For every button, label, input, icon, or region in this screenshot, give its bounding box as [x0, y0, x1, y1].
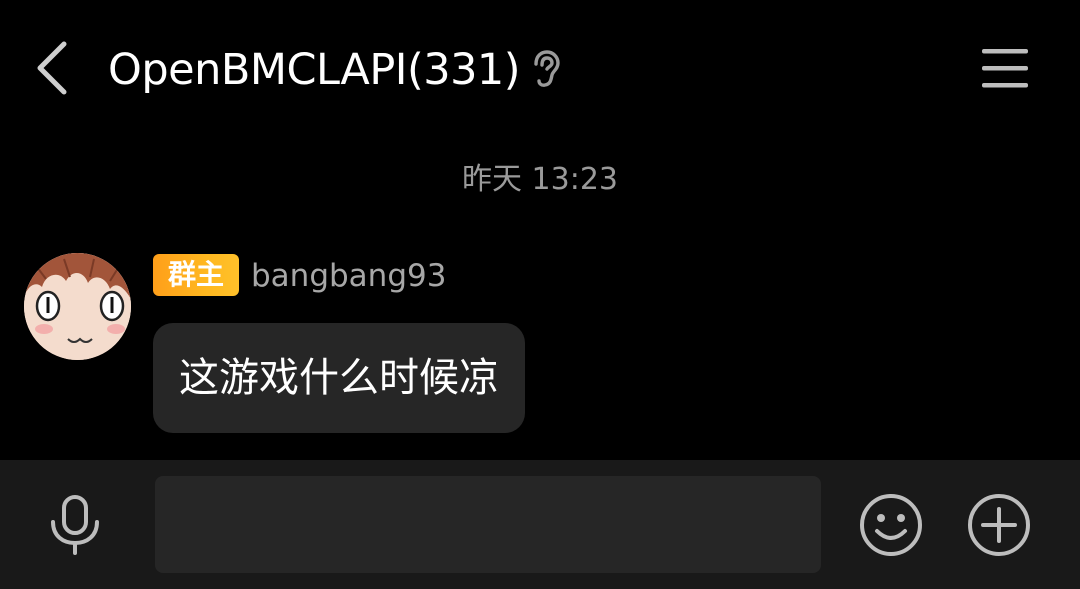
- voice-button[interactable]: [46, 494, 104, 556]
- microphone-icon: [51, 495, 99, 555]
- message-timestamp: 昨天 13:23: [462, 162, 618, 197]
- chat-screen: OpenBMCLAPI(331) 昨天 13:23 群主 bangbang93 …: [0, 0, 1080, 589]
- owner-badge: 群主: [153, 254, 239, 296]
- menu-button[interactable]: [978, 44, 1032, 94]
- chat-header: OpenBMCLAPI(331): [0, 0, 1080, 140]
- hamburger-menu-icon: [982, 49, 1028, 88]
- input-bar: [0, 460, 1080, 589]
- anime-face-avatar: [24, 253, 131, 360]
- plus-circle-icon: [968, 494, 1030, 556]
- back-button[interactable]: [28, 38, 78, 98]
- smiley-icon: [860, 494, 922, 556]
- avatar[interactable]: [24, 253, 131, 360]
- more-options-button[interactable]: [966, 492, 1032, 558]
- emoji-button[interactable]: [858, 492, 924, 558]
- chevron-left-icon: [37, 41, 67, 95]
- message-bubble[interactable]: 这游戏什么时候凉: [153, 323, 525, 433]
- message-text: 这游戏什么时候凉: [179, 355, 499, 401]
- ear-icon[interactable]: [530, 48, 562, 90]
- chat-title[interactable]: OpenBMCLAPI(331): [108, 42, 521, 98]
- message-input[interactable]: [155, 476, 821, 573]
- sender-name[interactable]: bangbang93: [251, 256, 446, 296]
